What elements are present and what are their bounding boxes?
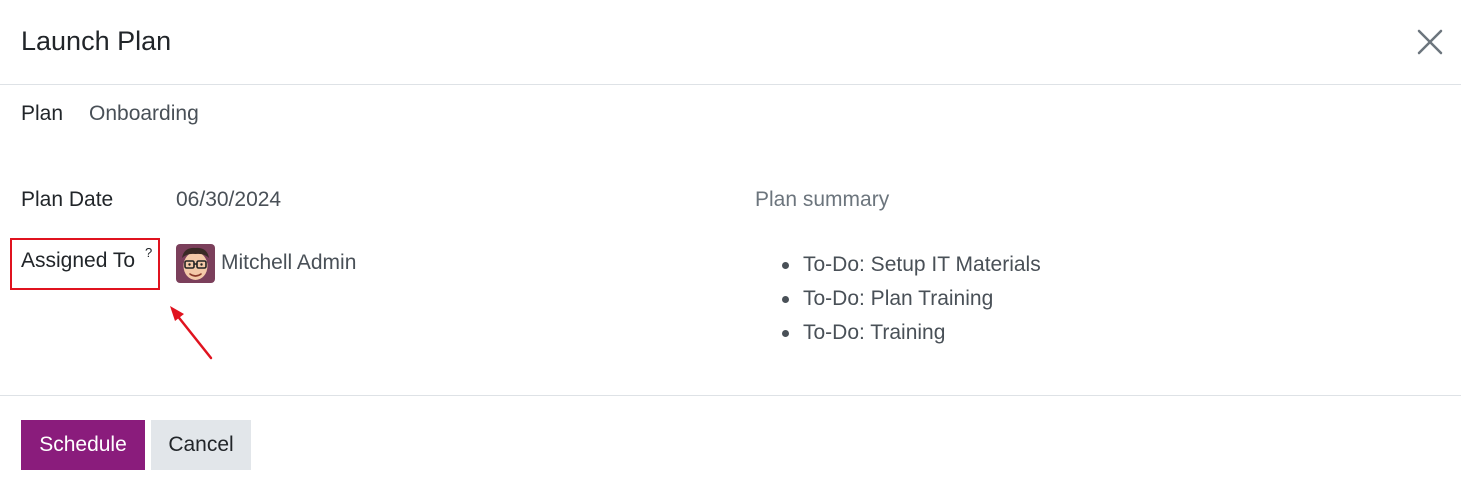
schedule-button[interactable]: Schedule	[21, 420, 145, 470]
plan-value: Onboarding	[89, 102, 199, 125]
close-icon[interactable]	[1414, 26, 1446, 58]
summary-item-label: To-Do: Setup IT Materials	[803, 253, 1041, 276]
user-avatar-icon	[176, 244, 215, 283]
plan-date-field[interactable]: 06/30/2024	[176, 187, 281, 213]
list-item: To-Do: Plan Training	[778, 282, 1041, 316]
bullet-icon	[782, 330, 789, 337]
plan-label: Plan	[21, 102, 64, 125]
summary-item-label: To-Do: Training	[803, 321, 946, 344]
plan-date-label: Plan Date	[21, 188, 114, 211]
summary-item-label: To-Do: Plan Training	[803, 287, 994, 310]
list-item: To-Do: Setup IT Materials	[778, 248, 1041, 282]
cancel-button[interactable]: Cancel	[151, 420, 251, 470]
bullet-icon	[782, 296, 789, 303]
assigned-to-field[interactable]: Mitchell Admin	[221, 250, 356, 276]
list-item: To-Do: Training	[778, 316, 1041, 350]
annotation-arrow-icon	[166, 302, 218, 367]
dialog-header: Launch Plan	[0, 0, 1461, 85]
plan-summary-list: To-Do: Setup IT Materials To-Do: Plan Tr…	[778, 248, 1041, 350]
plan-summary-title: Plan summary	[755, 188, 890, 211]
help-tooltip-icon[interactable]: ?	[145, 246, 152, 260]
launch-plan-dialog: Launch Plan Plan Onboarding Plan Date 06…	[0, 0, 1461, 491]
assigned-to-label: Assigned To	[21, 249, 136, 272]
bullet-icon	[782, 262, 789, 269]
dialog-footer: Schedule Cancel	[0, 395, 1461, 491]
dialog-title: Launch Plan	[21, 26, 172, 56]
